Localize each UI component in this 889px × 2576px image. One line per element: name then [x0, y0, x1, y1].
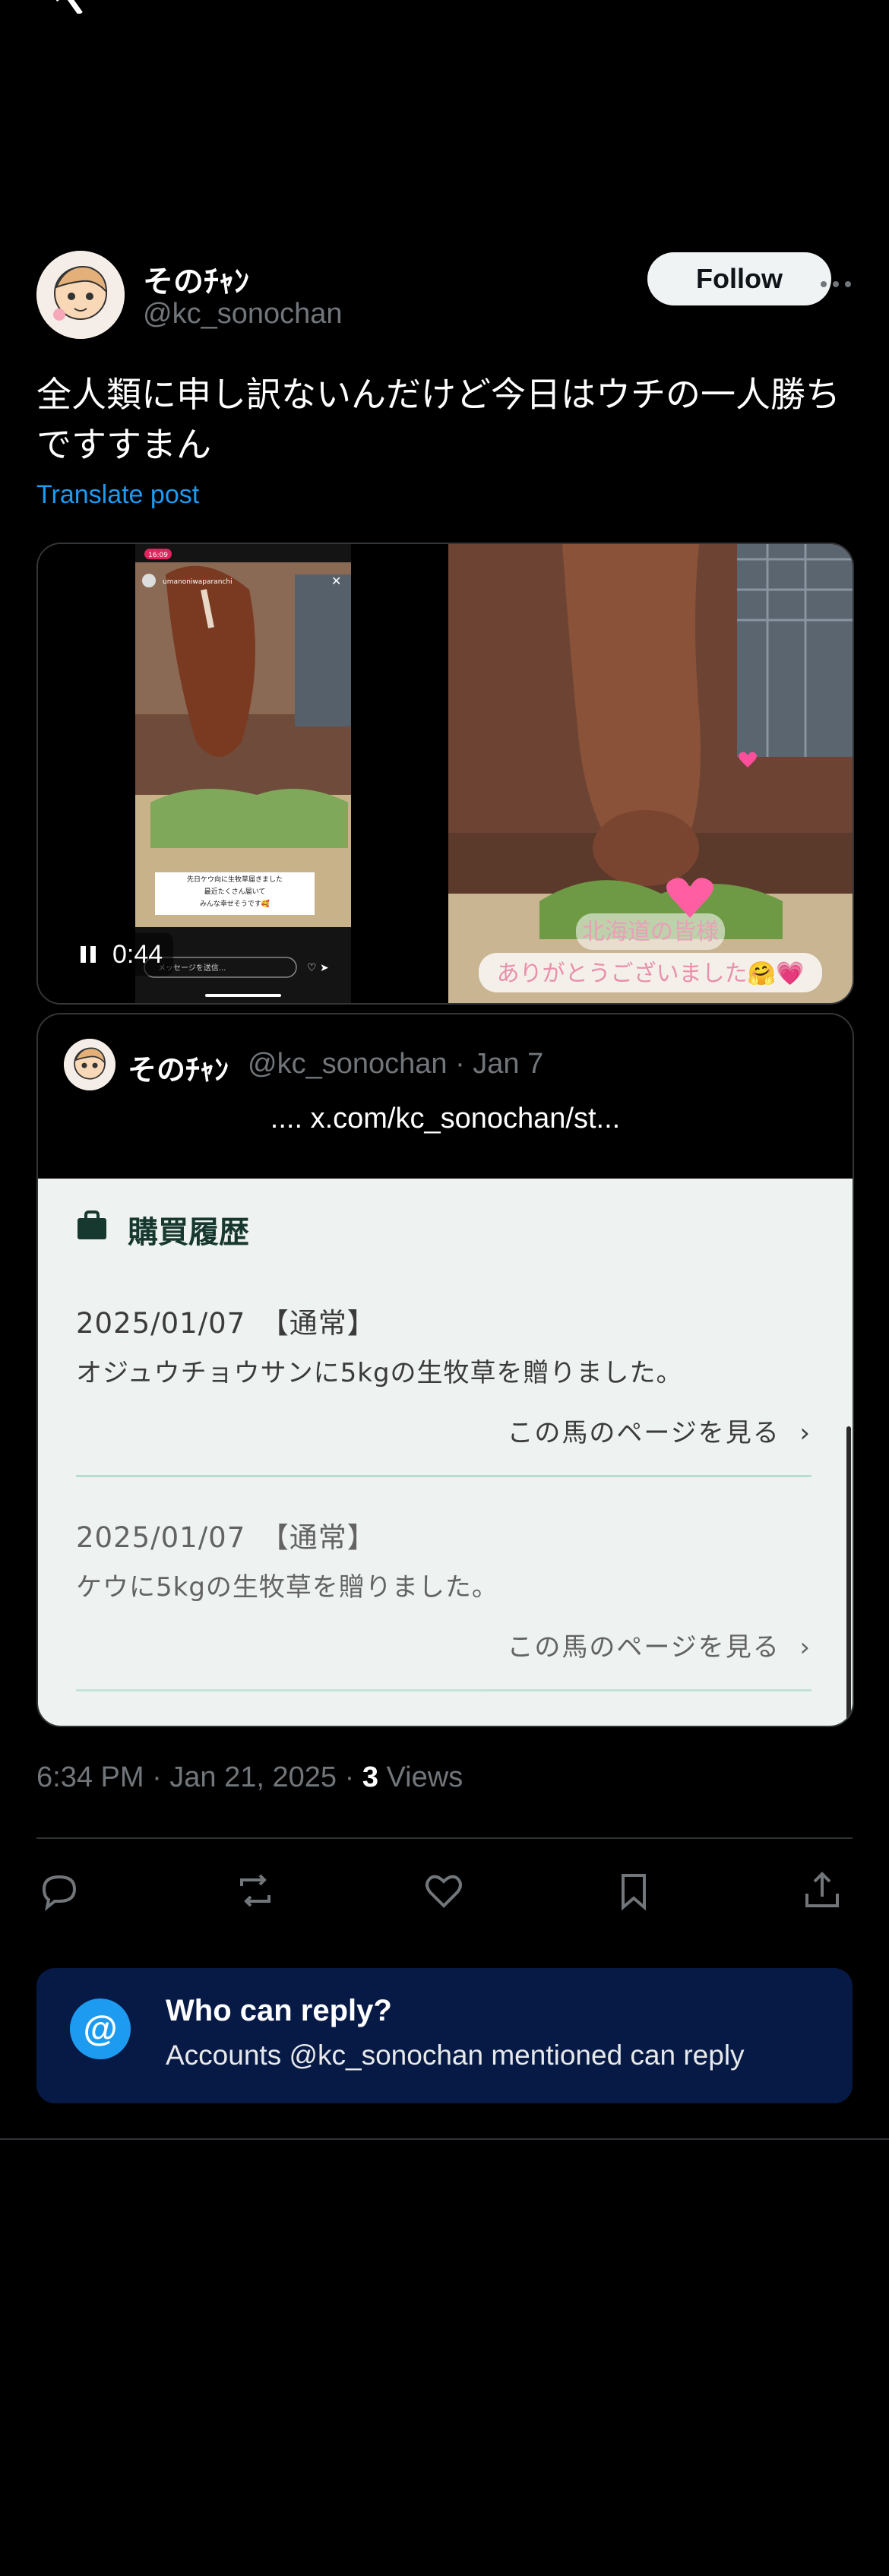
chevron-right-icon: ›: [799, 1632, 811, 1663]
bookmark-icon[interactable]: [611, 1868, 656, 1913]
quoted-post[interactable]: そのﾁｬﾝ @kc_sonochan · Jan 7 .... x.com/kc…: [36, 1013, 854, 1727]
record-date: 2025/01/07 【通常】: [76, 1521, 376, 1554]
record-description: オジュウチョウサンに5kgの生牧草を贈りました。: [76, 1358, 683, 1388]
repost-icon[interactable]: [233, 1868, 278, 1913]
at-icon: @: [70, 1998, 131, 2059]
who-can-reply-subtitle: Accounts @kc_sonochan mentioned can repl…: [166, 2040, 745, 2071]
video-frame-left: 先日ケウ向に生牧草届きました 最近たくさん届いて みんな幸せそうです🥰 16:0…: [38, 544, 448, 1003]
quote-author-name: そのﾁｬﾝ: [128, 1055, 229, 1087]
scrollbar[interactable]: [846, 1426, 851, 1726]
quote-avatar: [64, 1039, 115, 1090]
purchase-history-title: 購買履歴: [128, 1216, 249, 1249]
action-bar: [36, 1868, 853, 1913]
purchase-record: 2025/01/07 【通常】 オジュウチョウサンに5kgの生牧草を贈りました。…: [76, 1300, 811, 1477]
divider: [76, 1689, 811, 1691]
video-controls[interactable]: 0:44: [67, 933, 174, 976]
divider: [76, 1475, 811, 1477]
x-logo-icon[interactable]: [36, 0, 90, 14]
author-handle[interactable]: @kc_sonochan: [143, 298, 343, 331]
divider: [0, 2138, 889, 2140]
divider: [36, 1837, 853, 1839]
post-text: 全人類に申し訳ないんだけど今日はウチの一人勝ちですすまん: [36, 375, 840, 464]
svg-text:最近たくさん届いて: 最近たくさん届いて: [204, 887, 266, 896]
svg-text:先日ケウ向に生牧草届きました: 先日ケウ向に生牧草届きました: [187, 875, 283, 884]
share-icon[interactable]: [799, 1868, 845, 1913]
purchase-record: 2025/01/07 【通常】 ケウに5kgの生牧草を贈りました。 この馬のペー…: [76, 1514, 811, 1691]
post-header: そのﾁｬﾝ @kc_sonochan Follow: [36, 251, 853, 342]
views-count: 3: [362, 1761, 378, 1793]
record-date: 2025/01/07 【通常】: [76, 1307, 376, 1340]
views-label: Views: [386, 1761, 463, 1793]
view-horse-page-link[interactable]: この馬のページを見る ›: [76, 1626, 811, 1663]
translate-post-link[interactable]: Translate post: [36, 480, 199, 510]
shopping-bag-icon: [78, 1210, 106, 1239]
view-horse-page-link[interactable]: この馬のページを見る ›: [76, 1412, 811, 1449]
svg-text:みんな幸せそうです🥰: みんな幸せそうです🥰: [200, 899, 270, 908]
quote-link[interactable]: .... x.com/kc_sonochan/st...: [38, 1103, 853, 1135]
who-can-reply-title: Who can reply?: [166, 1994, 392, 2027]
quote-author-handle: @kc_sonochan · Jan 7: [248, 1048, 544, 1080]
like-icon[interactable]: [421, 1868, 467, 1913]
svg-text:♡ ➤: ♡ ➤: [307, 962, 329, 974]
follow-button[interactable]: Follow: [647, 252, 831, 305]
overlay-line2: ありがとうございました🤗💗: [497, 960, 805, 987]
pause-icon[interactable]: [78, 943, 99, 966]
post-meta: 6:34 PM · Jan 21, 2025 · 3 Views: [36, 1761, 463, 1793]
video-player[interactable]: 先日ケウ向に生牧草届きました 最近たくさん届いて みんな幸せそうです🥰 16:0…: [36, 543, 854, 1005]
who-can-reply-box: @ Who can reply? Accounts @kc_sonochan m…: [36, 1968, 853, 2103]
more-options-icon[interactable]: [819, 257, 853, 295]
reply-icon[interactable]: [36, 1868, 82, 1913]
chevron-right-icon: ›: [799, 1418, 811, 1448]
svg-text:✕: ✕: [331, 574, 341, 588]
video-frame-right: 北海道の皆様 ありがとうございました🤗💗: [448, 544, 853, 1003]
purchase-history-panel: 購買履歴 2025/01/07 【通常】 オジュウチョウサンに5kgの生牧草を贈…: [38, 1179, 853, 1726]
overlay-line1: 北海道の皆様: [582, 919, 719, 945]
svg-text:16:09: 16:09: [148, 552, 168, 559]
record-description: ケウに5kgの生牧草を贈りました。: [76, 1572, 498, 1603]
svg-text:umanoniwaparanchi: umanoniwaparanchi: [163, 578, 233, 586]
avatar[interactable]: [36, 251, 125, 339]
author-name[interactable]: そのﾁｬﾝ: [143, 257, 249, 301]
post-timestamp[interactable]: 6:34 PM · Jan 21, 2025: [36, 1761, 337, 1793]
video-duration: 0:44: [112, 939, 163, 969]
